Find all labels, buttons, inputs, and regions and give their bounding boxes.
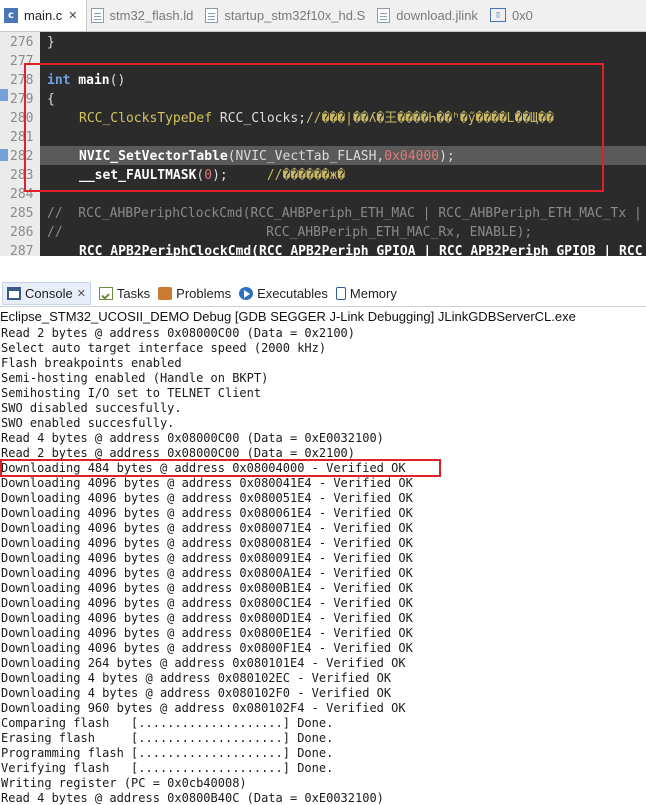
line-number: 276 <box>10 35 34 50</box>
console-line: Downloading 4096 bytes @ address 0x08009… <box>1 551 413 565</box>
console-line: Downloading 4096 bytes @ address 0x08005… <box>1 491 413 505</box>
console-line: Downloading 4096 bytes @ address 0x08008… <box>1 536 413 550</box>
tab-label: main.c <box>24 7 63 23</box>
console-line: Programming flash [....................]… <box>1 746 334 760</box>
tab-label: Memory <box>349 285 397 301</box>
console-line: Verifying flash [....................] D… <box>1 761 334 775</box>
console-line: Flash breakpoints enabled <box>1 356 182 370</box>
console-output[interactable]: Read 2 bytes @ address 0x08000C00 (Data … <box>0 326 646 805</box>
tab-label: Executables <box>257 285 328 301</box>
tab-memory-0x0[interactable]: ▯ 0x0 <box>486 0 541 31</box>
annotation-box <box>0 459 441 477</box>
tab-tasks[interactable]: Tasks <box>98 285 151 301</box>
console-line: Downloading 4096 bytes @ address 0x0800E… <box>1 626 413 640</box>
code-editor[interactable]: 276 277 278 279 280 281 282 283 284 285 … <box>0 32 646 256</box>
line-number: 287 <box>10 244 34 256</box>
tab-executables[interactable]: Executables <box>239 286 328 301</box>
annotation-box <box>24 63 604 192</box>
console-line: Erasing flash [....................] Don… <box>1 731 334 745</box>
tab-label: Tasks <box>116 285 151 301</box>
console-line: Downloading 4 bytes @ address 0x080102EC… <box>1 671 392 685</box>
tasks-icon <box>98 286 113 300</box>
file-icon <box>90 7 104 23</box>
line-number: 285 <box>10 206 34 221</box>
console-title: Eclipse_STM32_UCOSII_DEMO Debug [GDB SEG… <box>0 307 646 326</box>
console-line: Downloading 4096 bytes @ address 0x08006… <box>1 506 413 520</box>
code-line-276: } <box>47 35 55 50</box>
code-line-285: // RCC_AHBPeriphClockCmd(RCC_AHBPeriph_E… <box>47 206 642 221</box>
console-line: Comparing flash [....................] D… <box>1 716 334 730</box>
console-line: Semihosting I/O set to TELNET Client <box>1 386 262 400</box>
console-line: SWO enabled succesfully. <box>1 416 175 430</box>
console-line: Semi-hosting enabled (Handle on BKPT) <box>1 371 269 385</box>
tab-label: 0x0 <box>511 7 533 23</box>
file-icon <box>205 7 219 23</box>
close-icon[interactable]: ✕ <box>77 287 86 300</box>
console-line: SWO disabled succesfully. <box>1 401 182 415</box>
tab-label: startup_stm32f10x_hd.S <box>224 7 366 23</box>
console-line: Read 2 bytes @ address 0x08000C00 (Data … <box>1 326 356 340</box>
tab-download-jlink[interactable]: download.jlink <box>373 0 486 31</box>
c-file-icon: c <box>4 7 18 23</box>
console-icon <box>7 286 21 300</box>
memory-icon: ▯ <box>489 8 506 22</box>
console-line: Read 4 bytes @ address 0x08000C00 (Data … <box>1 431 384 445</box>
line-number: 286 <box>10 225 34 240</box>
executables-icon <box>239 286 254 300</box>
tab-label: Problems <box>176 285 232 301</box>
editor-tab-bar: c main.c ✕ stm32_flash.ld startup_stm32f… <box>0 0 646 32</box>
tab-console[interactable]: Console ✕ <box>2 281 91 305</box>
tab-problems[interactable]: Problems <box>158 286 231 301</box>
console-line: Downloading 4096 bytes @ address 0x0800B… <box>1 581 413 595</box>
console-line: Downloading 264 bytes @ address 0x080101… <box>1 656 406 670</box>
console-line: Downloading 4 bytes @ address 0x080102F0… <box>1 686 392 700</box>
console-line: Downloading 4096 bytes @ address 0x0800C… <box>1 596 413 610</box>
change-marker <box>0 149 8 161</box>
tab-label: stm32_flash.ld <box>109 7 194 23</box>
close-icon[interactable]: ✕ <box>68 9 77 22</box>
file-icon <box>377 7 391 23</box>
console-line: Select auto target interface speed (2000… <box>1 341 327 355</box>
tab-startup-s[interactable]: startup_stm32f10x_hd.S <box>201 0 373 31</box>
console-line: Downloading 4096 bytes @ address 0x08004… <box>1 476 413 490</box>
console-line: Downloading 4096 bytes @ address 0x0800D… <box>1 611 413 625</box>
console-line: Downloading 4096 bytes @ address 0x0800A… <box>1 566 413 580</box>
tab-label: Console <box>25 285 73 301</box>
tab-memory[interactable]: Memory <box>335 285 397 301</box>
console-line: Read 4 bytes @ address 0x0800B40C (Data … <box>1 791 384 805</box>
code-line-287: RCC_APB2PeriphClockCmd(RCC_APB2Periph_GP… <box>79 244 643 256</box>
console-line: Downloading 4096 bytes @ address 0x08007… <box>1 521 413 535</box>
change-marker <box>0 89 8 101</box>
console-line: Downloading 960 bytes @ address 0x080102… <box>1 701 406 715</box>
code-line-286: // RCC_AHBPeriph_ETH_MAC_Rx, ENABLE); <box>47 225 533 240</box>
tab-stm32-flash-ld[interactable]: stm32_flash.ld <box>87 0 202 31</box>
problems-icon <box>158 286 173 300</box>
tab-main-c[interactable]: c main.c ✕ <box>0 0 87 31</box>
memory-icon <box>335 286 346 300</box>
tab-label: download.jlink <box>396 7 478 23</box>
console-line: Downloading 4096 bytes @ address 0x0800F… <box>1 641 413 655</box>
console-line: Writing register (PC = 0x0cb40008) <box>1 776 247 790</box>
view-tab-bar: Console ✕ Tasks Problems Executables Mem… <box>0 280 646 307</box>
